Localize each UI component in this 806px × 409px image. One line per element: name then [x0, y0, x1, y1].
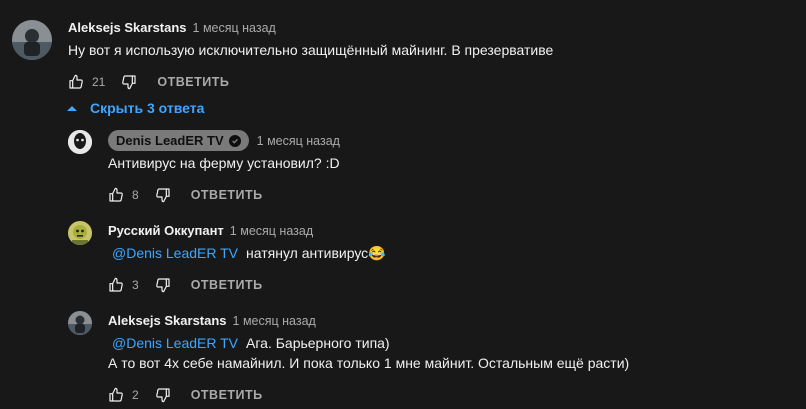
like-icon[interactable]: [106, 185, 126, 205]
comment-header: Aleksejs Skarstans 1 месяц назад: [108, 313, 316, 328]
dislike-icon[interactable]: [119, 72, 139, 92]
comment-text-line2: А то вот 4х себе намайнил. И пока только…: [108, 355, 630, 371]
comment-text: Ну вот я использую исключительно защищён…: [68, 42, 554, 58]
user-mention-link[interactable]: @Denis LeadER TV: [112, 335, 238, 351]
user-photo-icon: [68, 130, 92, 154]
author-name[interactable]: Русский Оккупант: [108, 223, 224, 238]
like-count: 21: [92, 75, 106, 89]
comment-actions: 2 ОТВЕТИТЬ: [106, 383, 263, 407]
comment-actions: 3 ОТВЕТИТЬ: [106, 273, 263, 297]
comment-actions: 8 ОТВЕТИТЬ: [106, 183, 263, 207]
user-mention-link[interactable]: @Denis LeadER TV: [112, 245, 238, 261]
hide-replies-label: Скрыть 3 ответа: [90, 100, 205, 116]
timestamp[interactable]: 1 месяц назад: [230, 224, 313, 238]
avatar[interactable]: [12, 20, 52, 60]
author-name[interactable]: Aleksejs Skarstans: [108, 313, 227, 328]
reply-button[interactable]: ОТВЕТИТЬ: [191, 388, 263, 402]
reply-button[interactable]: ОТВЕТИТЬ: [157, 75, 229, 89]
comment-body: Ага. Барьерного типа): [246, 335, 390, 351]
dislike-icon[interactable]: [153, 185, 173, 205]
avatar[interactable]: [68, 311, 92, 335]
author-name: Denis LeadER TV: [116, 133, 224, 148]
like-count: 8: [132, 188, 139, 202]
author-name[interactable]: Aleksejs Skarstans: [68, 20, 187, 35]
like-count: 2: [132, 388, 139, 402]
comment-text: Антивирус на ферму установил? :D: [108, 155, 340, 171]
dislike-icon[interactable]: [153, 385, 173, 405]
verified-check-icon: [228, 134, 241, 147]
user-photo-icon: [12, 20, 52, 60]
hide-replies-button[interactable]: Скрыть 3 ответа: [66, 100, 204, 116]
user-photo-icon: [68, 311, 92, 335]
chevron-up-icon: [66, 104, 78, 112]
comment-header: Русский Оккупант 1 месяц назад: [108, 223, 313, 238]
like-icon[interactable]: [66, 72, 86, 92]
like-count: 3: [132, 278, 139, 292]
comment-text: @Denis LeadER TV натянул антивирус😂: [112, 243, 386, 263]
reply-button[interactable]: ОТВЕТИТЬ: [191, 278, 263, 292]
comment-header: Denis LeadER TV 1 месяц назад: [108, 130, 340, 151]
comment-header: Aleksejs Skarstans 1 месяц назад: [68, 20, 276, 35]
reply-button[interactable]: ОТВЕТИТЬ: [191, 188, 263, 202]
avatar[interactable]: [68, 221, 92, 245]
user-photo-icon: [68, 221, 92, 245]
timestamp[interactable]: 1 месяц назад: [257, 134, 340, 148]
timestamp[interactable]: 1 месяц назад: [233, 314, 316, 328]
comment-text: @Denis LeadER TV Ага. Барьерного типа): [112, 333, 390, 353]
comment-actions: 21 ОТВЕТИТЬ: [66, 70, 229, 94]
like-icon[interactable]: [106, 385, 126, 405]
like-icon[interactable]: [106, 275, 126, 295]
avatar[interactable]: [68, 130, 92, 154]
dislike-icon[interactable]: [153, 275, 173, 295]
author-badge[interactable]: Denis LeadER TV: [108, 130, 249, 151]
comment-body: натянул антивирус😂: [246, 245, 386, 261]
timestamp[interactable]: 1 месяц назад: [193, 21, 276, 35]
